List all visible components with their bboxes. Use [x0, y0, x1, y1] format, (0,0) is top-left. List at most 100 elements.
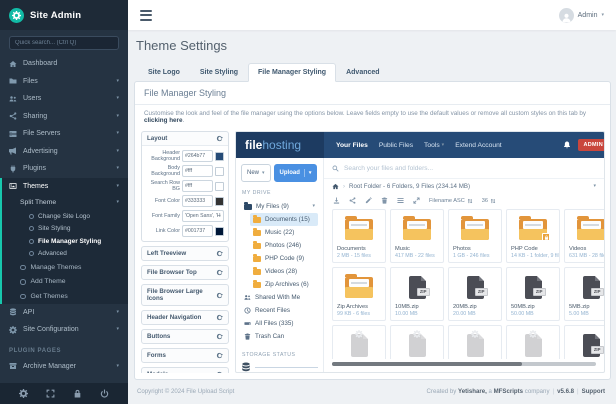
accordion-file-browser-top[interactable]: File Browser Top: [142, 266, 228, 279]
tab-advanced[interactable]: Advanced: [336, 63, 389, 82]
support-link[interactable]: Support: [582, 388, 605, 395]
tile-10mb-zip[interactable]: ZIP 10MB.zip10.00 MB: [390, 267, 444, 321]
fm-admin-badge[interactable]: ADMIN: [578, 139, 605, 151]
fullscreen-icon[interactable]: [46, 389, 55, 398]
sidebar-item-change-site-logo[interactable]: Change Site Logo: [2, 210, 128, 223]
link-color-input[interactable]: [182, 225, 213, 237]
sidebar-item-split-theme[interactable]: Split Theme▾: [2, 195, 128, 210]
tree-recent-files[interactable]: Recent Files: [241, 304, 318, 317]
tile-loading[interactable]: [448, 325, 502, 359]
reset-icon[interactable]: [216, 250, 223, 257]
sort-control[interactable]: Filename ASC: [429, 198, 473, 204]
tab-site-styling[interactable]: Site Styling: [190, 63, 248, 82]
list-view-icon[interactable]: [397, 197, 404, 204]
tab-file-manager-styling[interactable]: File Manager Styling: [248, 63, 336, 82]
user-menu[interactable]: Admin ▾: [559, 8, 604, 23]
sidebar-item-advertising[interactable]: Advertising▾: [0, 143, 128, 161]
brand[interactable]: Site Admin: [0, 0, 128, 30]
body-background-input[interactable]: [182, 165, 213, 177]
accordion-left-treeview[interactable]: Left Treeview: [142, 247, 228, 260]
reset-icon[interactable]: [216, 292, 223, 299]
tile-loading[interactable]: [332, 325, 386, 359]
tree-my-files[interactable]: My Files (9)▾: [241, 200, 318, 213]
share-icon[interactable]: [349, 197, 356, 204]
accordion-layout-header[interactable]: Layout: [142, 132, 228, 145]
sidebar-item-archive-manager[interactable]: Archive Manager▾: [0, 358, 128, 376]
color-swatch[interactable]: [215, 167, 224, 176]
sidebar-item-file-servers[interactable]: File Servers▾: [0, 125, 128, 143]
bell-icon[interactable]: [563, 141, 571, 149]
sidebar-item-users[interactable]: Users▾: [0, 90, 128, 108]
new-button[interactable]: New▾: [241, 164, 271, 182]
search-row-bg-input[interactable]: [182, 180, 213, 192]
header-background-input[interactable]: [182, 150, 213, 162]
sidebar-item-sharing[interactable]: Sharing▾: [0, 108, 128, 126]
sidebar-item-manage-themes[interactable]: Manage Themes: [2, 260, 128, 275]
accordion-buttons[interactable]: Buttons: [142, 330, 228, 343]
sidebar-item-add-theme[interactable]: Add Theme: [2, 275, 128, 290]
fm-logo[interactable]: filehosting: [236, 132, 324, 158]
fm-search-input[interactable]: [344, 165, 596, 172]
trash-icon[interactable]: [381, 197, 388, 204]
hamburger-menu-icon[interactable]: [140, 10, 152, 21]
quick-search-input[interactable]: [9, 36, 119, 50]
fm-nav-your-files[interactable]: Your Files: [336, 142, 368, 149]
clear-styles-link[interactable]: clicking here: [144, 117, 183, 124]
accordion-forms[interactable]: Forms: [142, 349, 228, 362]
sidebar-item-api[interactable]: API▾: [0, 304, 128, 322]
tile-music[interactable]: Music417 MB - 22 files: [390, 209, 444, 263]
upload-button[interactable]: Upload▾: [274, 164, 318, 182]
sidebar-item-advanced[interactable]: Advanced: [2, 248, 128, 261]
reset-icon[interactable]: [216, 314, 223, 321]
tree-shared-with-me[interactable]: Shared With Me: [241, 291, 318, 304]
color-swatch[interactable]: [215, 197, 224, 206]
reset-icon[interactable]: [216, 371, 223, 373]
sidebar-item-get-themes[interactable]: Get Themes: [2, 289, 128, 304]
tile-photos[interactable]: Photos1 GB - 246 files: [448, 209, 502, 263]
tree-zip-archives[interactable]: Zip Archives (6): [250, 278, 318, 291]
sidebar-item-site-styling[interactable]: Site Styling: [2, 223, 128, 236]
sidebar-item-themes[interactable]: Themes▾: [2, 178, 128, 196]
gear-icon[interactable]: [19, 389, 28, 398]
lock-icon[interactable]: [73, 389, 82, 398]
tile-php-code[interactable]: PHP Code14 KB - 1 folder, 9 fil..: [506, 209, 560, 263]
expand-icon[interactable]: [413, 197, 420, 204]
tile-videos[interactable]: Videos631 MB - 28 files: [564, 209, 604, 263]
reset-icon[interactable]: [216, 352, 223, 359]
scrollbar-thumb[interactable]: [332, 362, 522, 366]
sidebar-item-files[interactable]: Files▾: [0, 73, 128, 91]
sidebar-item-dashboard[interactable]: Dashboard: [0, 55, 128, 73]
horizontal-scrollbar[interactable]: [332, 362, 596, 366]
sidebar-item-site-configuration[interactable]: Site Configuration▾: [0, 321, 128, 339]
page-size-control[interactable]: 36: [482, 198, 496, 204]
tile-20mb-zip[interactable]: ZIP 20MB.zip20.00 MB: [448, 267, 502, 321]
accordion-header-navigation[interactable]: Header Navigation: [142, 311, 228, 324]
font-family-input[interactable]: [182, 210, 224, 222]
breadcrumb[interactable]: › Root Folder - 6 Folders, 9 Files (234.…: [324, 179, 604, 194]
color-swatch[interactable]: [215, 152, 224, 161]
tab-site-logo[interactable]: Site Logo: [138, 63, 190, 82]
tile-documents[interactable]: Documents2 MB - 15 files: [332, 209, 386, 263]
font-color-input[interactable]: [182, 195, 213, 207]
color-swatch[interactable]: [215, 227, 224, 236]
edit-icon[interactable]: [365, 197, 372, 204]
fm-nav-tools[interactable]: Tools▾: [424, 142, 444, 149]
tile-loading[interactable]: ZIP: [564, 325, 604, 359]
tree-videos[interactable]: Videos (28): [250, 265, 318, 278]
tree-photos[interactable]: Photos (246): [250, 239, 318, 252]
reset-icon[interactable]: [216, 333, 223, 340]
power-icon[interactable]: [100, 389, 109, 398]
fm-nav-public-files[interactable]: Public Files: [379, 142, 413, 149]
download-icon[interactable]: [333, 197, 340, 204]
tile-50mb-zip[interactable]: ZIP 50MB.zip50.00 MB: [506, 267, 560, 321]
tree-music[interactable]: Music (22): [250, 226, 318, 239]
tile-zip-archives[interactable]: Zip Archives99 KB - 6 files: [332, 267, 386, 321]
tree-all-files[interactable]: All Files (335): [241, 317, 318, 330]
sidebar-item-file-manager-styling[interactable]: File Manager Styling: [2, 235, 128, 248]
tile-5mb-zip[interactable]: ZIP 5MB.zip5.00 MB: [564, 267, 604, 321]
sidebar-item-plugins[interactable]: Plugins▾: [0, 160, 128, 178]
tree-php-code[interactable]: PHP Code (9): [250, 252, 318, 265]
tile-loading[interactable]: [390, 325, 444, 359]
accordion-modals[interactable]: Modals: [142, 368, 228, 373]
reset-icon[interactable]: [216, 135, 223, 142]
